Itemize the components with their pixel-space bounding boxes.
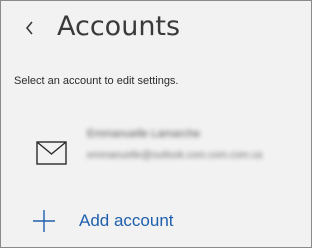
account-email: emmanuelle@outlook.com.com.com.ca [87, 150, 263, 161]
back-button[interactable] [18, 15, 42, 41]
account-item[interactable]: Emmanuelle Lamarche emmanuelle@outlook.c… [1, 115, 311, 183]
accounts-pane: Accounts Select an account to edit setti… [0, 0, 312, 248]
add-account-button[interactable]: Add account [31, 203, 174, 239]
add-account-label: Add account [79, 211, 174, 230]
mail-icon [36, 141, 67, 165]
page-title: Accounts [57, 11, 181, 42]
instructions-text: Select an account to edit settings. [14, 75, 179, 87]
account-name: Emmanuelle Lamarche [87, 128, 201, 140]
plus-icon [33, 210, 55, 232]
chevron-left-icon [25, 21, 33, 35]
